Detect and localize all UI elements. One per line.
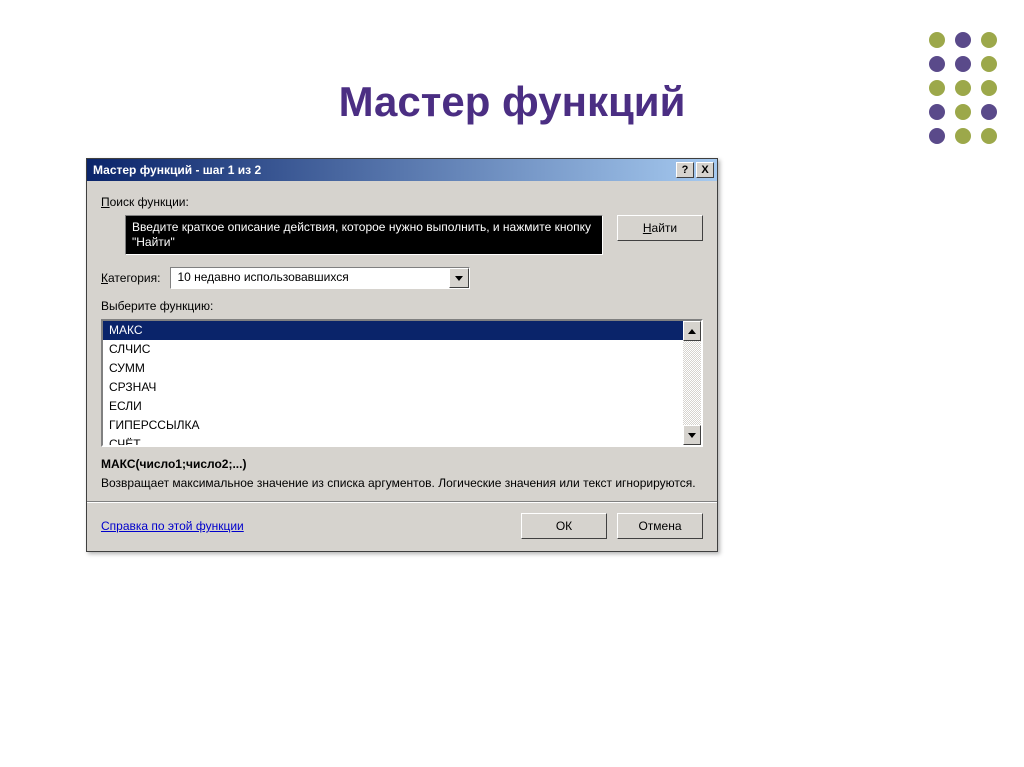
close-icon[interactable]: X (696, 162, 714, 178)
cancel-button[interactable]: Отмена (617, 513, 703, 539)
chevron-down-icon[interactable] (449, 268, 469, 288)
category-value: 10 недавно использовавшихся (171, 268, 449, 288)
find-button[interactable]: Найти (617, 215, 703, 241)
category-label: Категория: (101, 271, 160, 285)
dialog-title: Мастер функций - шаг 1 из 2 (93, 163, 261, 177)
list-item[interactable]: СУММ (103, 359, 683, 378)
list-item[interactable]: ГИПЕРССЫЛКА (103, 416, 683, 435)
search-label: Поиск функции: (101, 195, 703, 209)
decorative-dots (924, 28, 1002, 148)
scrollbar[interactable] (683, 321, 701, 445)
list-item[interactable]: МАКС (103, 321, 683, 340)
slide-title: Мастер функций (0, 78, 1024, 126)
scroll-track[interactable] (683, 341, 701, 425)
function-listbox[interactable]: МАКССЛЧИССУММСРЗНАЧЕСЛИГИПЕРССЫЛКАСЧЁТ (101, 319, 703, 447)
list-item[interactable]: ЕСЛИ (103, 397, 683, 416)
scroll-down-icon[interactable] (683, 425, 701, 445)
search-input[interactable]: Введите краткое описание действия, котор… (125, 215, 603, 255)
scroll-up-icon[interactable] (683, 321, 701, 341)
select-function-label: Выберите функцию: (101, 299, 703, 313)
category-combobox[interactable]: 10 недавно использовавшихся (170, 267, 470, 289)
help-icon[interactable]: ? (676, 162, 694, 178)
titlebar: Мастер функций - шаг 1 из 2 ? X (87, 159, 717, 181)
function-signature: МАКС(число1;число2;...) (101, 457, 703, 471)
list-item[interactable]: СЧЁТ (103, 435, 683, 445)
list-item[interactable]: СЛЧИС (103, 340, 683, 359)
ok-button[interactable]: ОК (521, 513, 607, 539)
function-description: Возвращает максимальное значение из спис… (101, 475, 703, 491)
help-link[interactable]: Справка по этой функции (101, 519, 244, 533)
divider (87, 501, 717, 503)
list-item[interactable]: СРЗНАЧ (103, 378, 683, 397)
dialog-window: Мастер функций - шаг 1 из 2 ? X Поиск фу… (86, 158, 718, 552)
